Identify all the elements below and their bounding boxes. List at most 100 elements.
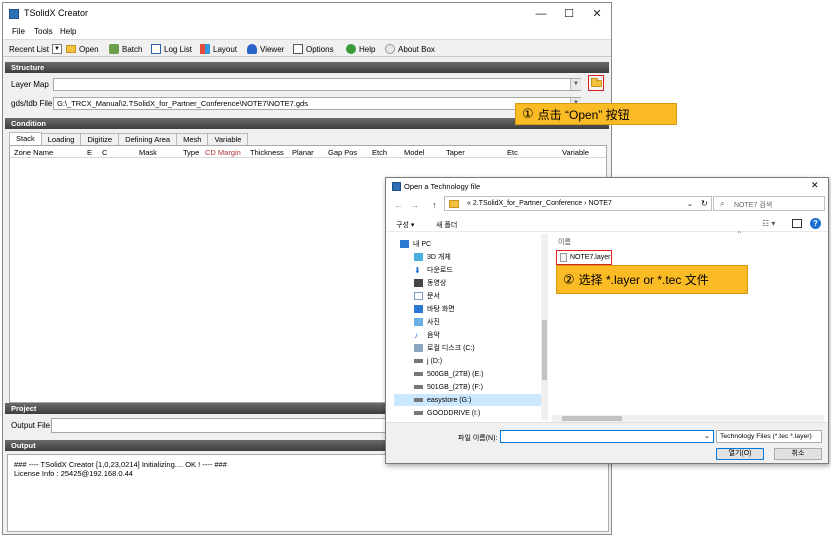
- nav-item-drive-d[interactable]: j (D:): [414, 355, 442, 367]
- column-zone-name[interactable]: Zone Name: [14, 148, 53, 157]
- nav-item-this-pc[interactable]: 내 PC: [400, 238, 431, 250]
- tab-mesh[interactable]: Mesh: [176, 133, 209, 145]
- file-list-scrollbar-thumb[interactable]: [562, 416, 622, 421]
- recent-list[interactable]: Recent List ▼: [9, 43, 63, 55]
- layer-map-combo[interactable]: [53, 78, 581, 91]
- menu-help[interactable]: Help: [60, 27, 76, 36]
- breadcrumb-conference[interactable]: 2.TSolidX_for_Partner_Conference: [473, 200, 582, 207]
- back-icon[interactable]: ←: [394, 200, 403, 210]
- tab-loading[interactable]: Loading: [40, 133, 82, 145]
- options-label: Options: [306, 44, 334, 54]
- up-icon[interactable]: ↑: [432, 200, 437, 210]
- help-button[interactable]: Help: [346, 43, 375, 55]
- column-cd-margin[interactable]: CD Margin: [205, 148, 241, 157]
- column-type[interactable]: Type: [183, 148, 199, 157]
- gds-file-combo[interactable]: G:\_TRCX_Manual\2.TSolidX_for_Partner_Co…: [53, 97, 581, 110]
- nav-item-label: easystore (G:): [427, 396, 472, 404]
- nav-scrollbar[interactable]: [541, 234, 548, 420]
- open-dialog-button[interactable]: 열기(O): [716, 448, 764, 460]
- breadcrumb-note7[interactable]: NOTE7: [588, 200, 611, 207]
- organize-button[interactable]: 구성 ▾: [396, 220, 414, 230]
- filetype-select[interactable]: Technology Files (*.tec *.layer): [716, 430, 822, 443]
- viewer-label: Viewer: [260, 44, 285, 54]
- log-list-button[interactable]: Log List: [151, 43, 192, 55]
- column-etch[interactable]: Etch: [372, 148, 387, 157]
- maximize-button[interactable]: ☐: [555, 3, 583, 25]
- folder-icon: [591, 78, 602, 87]
- options-button[interactable]: Options: [293, 43, 334, 55]
- nav-item-drive-c[interactable]: 로컬 디스크 (C:): [414, 342, 475, 354]
- cancel-button[interactable]: 취소: [774, 448, 822, 460]
- viewer-button[interactable]: Viewer: [247, 43, 284, 55]
- file-item-note7-layer[interactable]: NOTE7.layer: [556, 250, 612, 265]
- preview-pane-icon[interactable]: [792, 219, 802, 228]
- forward-icon[interactable]: →: [410, 200, 419, 210]
- tab-variable[interactable]: Variable: [207, 133, 249, 145]
- address-overflow[interactable]: «: [467, 200, 471, 207]
- tab-stack[interactable]: Stack: [9, 132, 42, 145]
- chevron-down-icon[interactable]: ⌄: [687, 200, 693, 208]
- nav-item-documents[interactable]: 문서: [414, 290, 440, 302]
- minimize-button[interactable]: —: [527, 3, 555, 25]
- callout-step-1-text: 点击 “Open” 按钮: [537, 107, 630, 122]
- batch-button[interactable]: Batch: [109, 43, 142, 55]
- search-box[interactable]: ⌕ NOTE7 검색: [713, 196, 825, 211]
- file-list-scrollbar[interactable]: [552, 415, 824, 422]
- output-log[interactable]: ### ---- TSolidX Creator [1,0,23,0214] I…: [7, 454, 609, 532]
- about-box-button[interactable]: About Box: [385, 43, 435, 55]
- nav-item-drive-g[interactable]: easystore (G:): [394, 394, 544, 406]
- nav-item-desktop[interactable]: 바탕 화면: [414, 303, 455, 315]
- nav-item-downloads[interactable]: ⬇ 다운로드: [414, 264, 453, 276]
- dialog-close-icon[interactable]: ✕: [811, 180, 819, 191]
- column-name[interactable]: 이름: [558, 237, 571, 247]
- tab-digitize[interactable]: Digitize: [80, 133, 120, 145]
- nav-item-3d-objects[interactable]: 3D 개체: [414, 251, 451, 263]
- nav-item-label: j (D:): [427, 357, 443, 365]
- layer-map-label: Layer Map: [11, 80, 49, 89]
- nav-item-label: 3D 개체: [427, 254, 451, 261]
- open-folder-icon: [66, 45, 76, 53]
- desktop-icon: [414, 305, 423, 313]
- open-button[interactable]: Open: [66, 43, 99, 55]
- nav-scrollbar-thumb[interactable]: [542, 320, 547, 380]
- tab-defining-area[interactable]: Defining Area: [118, 133, 178, 145]
- refresh-icon[interactable]: ↻: [701, 199, 708, 208]
- column-model[interactable]: Model: [404, 148, 424, 157]
- view-options-icon[interactable]: ☷ ▾: [762, 219, 775, 228]
- column-variable[interactable]: Variable: [562, 148, 589, 157]
- column-mask[interactable]: Mask: [139, 148, 157, 157]
- grid-header: Zone Name E C Mask Type CD Margin Thickn…: [10, 146, 606, 158]
- nav-item-drive-i[interactable]: GOODDRIVE (I:): [414, 407, 480, 419]
- column-gap-pos[interactable]: Gap Pos: [328, 148, 357, 157]
- sort-up-icon: ⌃: [736, 230, 743, 239]
- close-button[interactable]: ✕: [583, 3, 611, 25]
- options-icon: [293, 44, 303, 54]
- nav-item-drive-f[interactable]: 501GB_(2TB) (F:): [414, 381, 483, 393]
- search-icon: ⌕: [720, 199, 725, 208]
- column-c[interactable]: C: [102, 148, 107, 157]
- layout-button[interactable]: Layout: [200, 43, 237, 55]
- column-etc[interactable]: Etc: [507, 148, 518, 157]
- column-taper[interactable]: Taper: [446, 148, 465, 157]
- layer-map-browse-button[interactable]: [588, 75, 604, 91]
- help-icon[interactable]: ?: [810, 218, 821, 229]
- output-line: ### ---- TSolidX Creator [1,0,23,0214] I…: [14, 460, 227, 469]
- chevron-down-icon[interactable]: ⌄: [704, 432, 710, 440]
- chevron-down-icon[interactable]: ▼: [52, 44, 63, 54]
- chevron-down-icon[interactable]: ▼: [570, 79, 581, 90]
- condition-tabs: Stack Loading Digitize Defining Area Mes…: [9, 132, 249, 145]
- column-e[interactable]: E: [87, 148, 92, 157]
- drive-icon: [414, 385, 423, 389]
- nav-item-music[interactable]: ♪ 음악: [414, 329, 440, 341]
- navigation-pane: 내 PC 3D 개체 ⬇ 다운로드 동영상 문서 바탕 화면 사진 ♪ 음악 로…: [390, 234, 548, 420]
- column-thickness[interactable]: Thickness: [250, 148, 284, 157]
- address-bar[interactable]: « 2.TSolidX_for_Partner_Conference › NOT…: [444, 196, 712, 211]
- nav-item-pictures[interactable]: 사진: [414, 316, 440, 328]
- new-folder-button[interactable]: 새 폴더: [436, 220, 457, 230]
- column-planar[interactable]: Planar: [292, 148, 314, 157]
- nav-item-drive-e[interactable]: 500GB_(2TB) (E:): [414, 368, 483, 380]
- filename-input[interactable]: [500, 430, 714, 443]
- menu-tools[interactable]: Tools: [34, 27, 53, 36]
- nav-item-videos[interactable]: 동영상: [414, 277, 446, 289]
- menu-file[interactable]: File: [12, 27, 25, 36]
